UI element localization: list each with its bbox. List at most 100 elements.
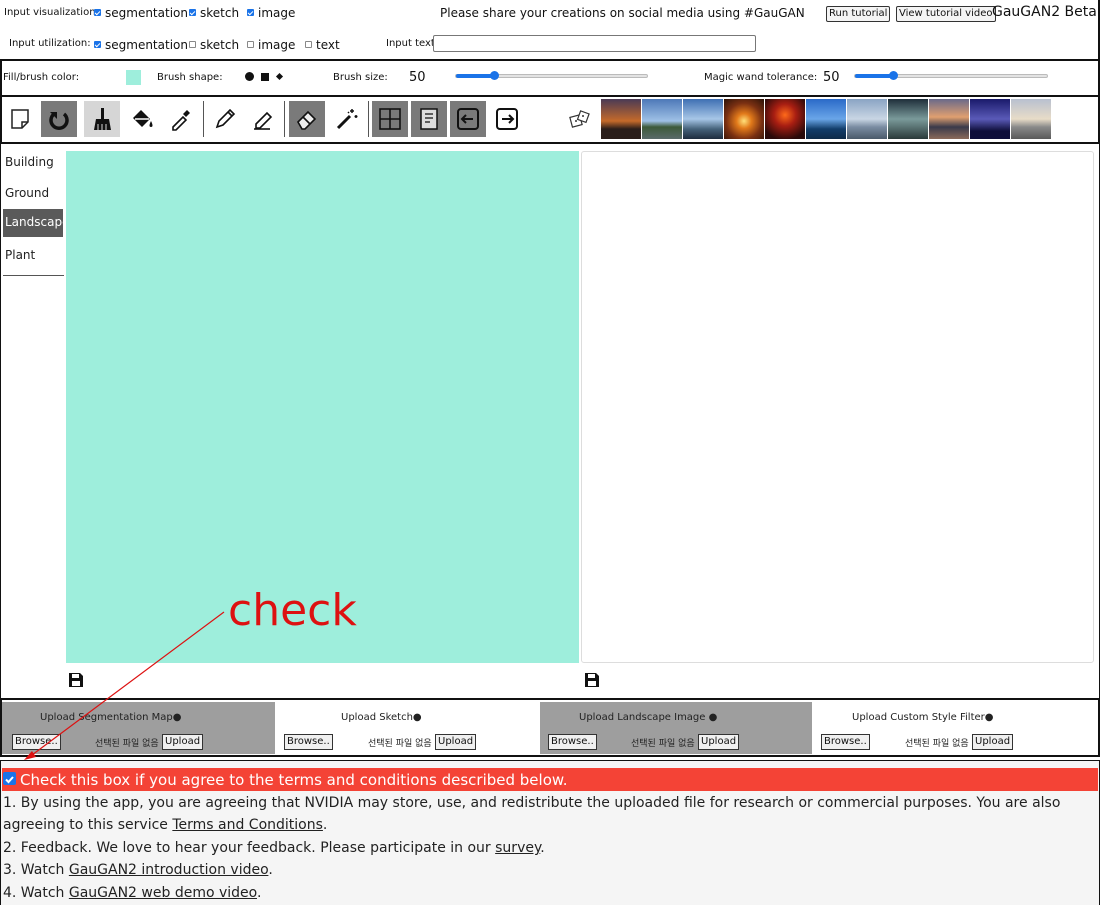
eyedropper-icon[interactable] [163, 101, 199, 137]
upload-segmentation-button[interactable]: Upload [162, 734, 204, 750]
style-thumbnail[interactable] [806, 99, 846, 139]
util-option-sketch[interactable]: sketch [189, 38, 239, 52]
util-image-checkbox[interactable] [247, 41, 254, 48]
undo-icon[interactable] [41, 101, 77, 137]
no-file-segmentation: 선택된 파일 없음 [95, 739, 159, 749]
vis-sketch-checkbox[interactable] [189, 9, 196, 16]
new-page-icon[interactable] [2, 101, 38, 137]
no-file-landscape: 선택된 파일 없음 [631, 739, 695, 749]
arrow-left-icon[interactable] [450, 101, 486, 137]
util-option-text[interactable]: text [305, 38, 340, 52]
arrow-right-icon[interactable] [489, 101, 525, 137]
terms-item-3: 3. Watch GauGAN2 introduction video. [3, 862, 273, 878]
brush-size-fill [456, 74, 495, 78]
util-option-image[interactable]: image [247, 38, 295, 52]
category-landscape[interactable]: Landscape [3, 209, 69, 237]
agree-terms-label: Check this box if you agree to the terms… [20, 771, 568, 789]
vis-segmentation-checkbox[interactable] [94, 9, 101, 16]
browse-landscape-button[interactable]: Browse.. [548, 734, 597, 750]
eraser-icon[interactable] [289, 101, 325, 137]
terms-item-2: 2. Feedback. We love to hear your feedba… [3, 840, 545, 856]
view-tutorial-video-button[interactable]: View tutorial video [896, 6, 996, 22]
agree-terms-checkbox[interactable] [3, 772, 16, 785]
fill-bucket-icon[interactable] [124, 101, 160, 137]
vis-image-checkbox[interactable] [247, 9, 254, 16]
style-thumbnail[interactable] [642, 99, 682, 139]
agree-terms-row[interactable]: Check this box if you agree to the terms… [2, 768, 1098, 791]
share-text: Please share your creations on social me… [440, 6, 805, 20]
upload-style-filter-panel: Upload Custom Style Filter● Browse.. 선택된… [813, 702, 1085, 754]
notebook-icon[interactable] [411, 101, 447, 137]
category-ground[interactable]: Ground [3, 180, 63, 208]
dice-icon[interactable] [562, 101, 598, 137]
util-text-checkbox[interactable] [305, 41, 312, 48]
upload-sketch-button[interactable]: Upload [435, 734, 477, 750]
brush-shape-square[interactable] [261, 73, 269, 81]
survey-link[interactable]: survey [495, 840, 540, 856]
util-option-segmentation[interactable]: segmentation [94, 38, 188, 52]
upload-style-filter-button[interactable]: Upload [972, 734, 1014, 750]
vis-option-sketch[interactable]: sketch [189, 6, 239, 20]
browse-style-filter-button[interactable]: Browse.. [821, 734, 870, 750]
brush-size-value: 50 [409, 70, 426, 85]
pencil-eraser-icon[interactable] [245, 101, 281, 137]
upload-segmentation-title: Upload Segmentation Map● [40, 712, 182, 723]
brush-icon[interactable] [84, 101, 120, 137]
style-thumbnail[interactable] [724, 99, 764, 139]
no-file-style-filter: 선택된 파일 없음 [905, 739, 969, 749]
intro-video-link[interactable]: GauGAN2 introduction video [69, 862, 269, 878]
browse-sketch-button[interactable]: Browse.. [284, 734, 333, 750]
style-thumbnail[interactable] [765, 99, 805, 139]
style-thumbnail[interactable] [601, 99, 641, 139]
magic-wand-fill [855, 74, 894, 78]
no-file-sketch: 선택된 파일 없음 [368, 739, 432, 749]
category-building[interactable]: Building [3, 149, 63, 177]
grid-icon[interactable] [372, 101, 408, 137]
util-sketch-checkbox[interactable] [189, 41, 196, 48]
input-utilization-label: Input utilization: [9, 38, 91, 49]
upload-segmentation-panel: Upload Segmentation Map● Browse.. 선택된 파일… [2, 702, 275, 754]
save-output-icon[interactable] [584, 672, 600, 688]
magic-wand-icon[interactable] [329, 101, 365, 137]
brush-shape-diamond[interactable] [275, 72, 284, 81]
terms-item-1: 1. By using the app, you are agreeing th… [3, 795, 1061, 833]
util-segmentation-checkbox[interactable] [94, 41, 101, 48]
upload-landscape-panel: Upload Landscape Image ● Browse.. 선택된 파일… [540, 702, 812, 754]
style-thumbnail[interactable] [929, 99, 969, 139]
app-title: GauGAN2 Beta [992, 4, 1097, 20]
brush-shape-circle[interactable] [245, 72, 254, 81]
save-segmentation-icon[interactable] [68, 672, 84, 688]
brush-shape-label: Brush shape: [157, 72, 223, 83]
upload-sketch-panel: Upload Sketch● Browse.. 선택된 파일 없음 Upload [276, 702, 539, 754]
category-divider [3, 275, 64, 276]
style-thumbnail[interactable] [970, 99, 1010, 139]
brush-size-knob[interactable] [490, 71, 500, 80]
input-text-field[interactable] [433, 35, 756, 52]
style-thumbnail[interactable] [683, 99, 723, 139]
category-plant[interactable]: Plant [3, 242, 63, 270]
magic-wand-tolerance-value: 50 [823, 70, 840, 85]
magic-wand-tolerance-label: Magic wand tolerance: [704, 72, 818, 83]
brush-size-slider[interactable] [455, 71, 648, 80]
fill-color-swatch[interactable] [126, 70, 141, 85]
magic-wand-knob[interactable] [889, 71, 899, 80]
vis-option-segmentation[interactable]: segmentation [94, 6, 188, 20]
web-demo-video-link[interactable]: GauGAN2 web demo video [69, 885, 257, 901]
style-thumbnail[interactable] [847, 99, 887, 139]
input-text-label: Input text: [386, 38, 439, 49]
run-tutorial-button[interactable]: Run tutorial [826, 6, 891, 22]
vis-option-image[interactable]: image [247, 6, 295, 20]
magic-wand-tolerance-slider[interactable] [854, 71, 1048, 80]
browse-segmentation-button[interactable]: Browse.. [12, 734, 61, 750]
brush-size-label: Brush size: [333, 72, 388, 83]
terms-and-conditions-link[interactable]: Terms and Conditions [172, 817, 323, 833]
style-thumbnail[interactable] [888, 99, 928, 139]
output-image-canvas [581, 151, 1094, 663]
upload-style-filter-title: Upload Custom Style Filter● [852, 712, 994, 723]
upload-sketch-title: Upload Sketch● [341, 712, 422, 723]
upload-landscape-button[interactable]: Upload [698, 734, 740, 750]
pencil-icon[interactable] [207, 101, 243, 137]
terms-item-4: 4. Watch GauGAN2 web demo video. [3, 885, 262, 901]
input-visualization-label: Input visualization: [4, 7, 99, 18]
style-thumbnail[interactable] [1011, 99, 1051, 139]
